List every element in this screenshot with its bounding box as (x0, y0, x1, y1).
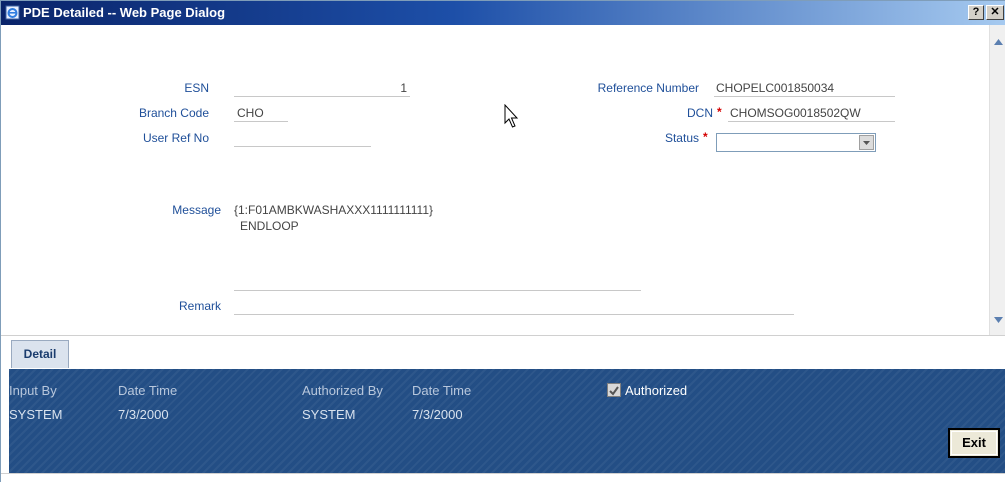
remark-label: Remark (178, 299, 221, 313)
remark-field[interactable] (234, 297, 794, 315)
form-content: ESN 1 Branch Code CHO User Ref No Refere… (1, 25, 989, 335)
scroll-up-icon[interactable] (993, 37, 1004, 47)
status-select[interactable] (716, 133, 876, 152)
branch-code-value: CHO (237, 106, 264, 120)
message-line-1: {1:F01AMBKWASHAXXX1111111111} (234, 203, 434, 217)
esn-field[interactable]: 1 (234, 79, 410, 97)
authorized-checkbox[interactable] (607, 383, 621, 397)
reference-number-label: Reference Number (597, 81, 699, 95)
status-required-marker: * (703, 130, 708, 144)
date-time-value-1: 7/3/2000 (118, 407, 169, 422)
reference-number-value: CHOPELC001850034 (716, 81, 835, 95)
scroll-down-icon[interactable] (993, 315, 1004, 325)
authorized-by-value: SYSTEM (302, 407, 356, 422)
user-ref-label: User Ref No (142, 131, 209, 145)
reference-number-field[interactable]: CHOPELC001850034 (714, 79, 895, 97)
tab-strip: Detail (1, 335, 1005, 369)
user-ref-field[interactable] (234, 129, 371, 147)
message-label: Message (172, 203, 221, 217)
message-line-2: ENDLOOP (240, 219, 299, 233)
input-by-label: Input By (9, 383, 57, 398)
help-button[interactable]: ? (968, 5, 984, 20)
branch-code-label: Branch Code (138, 106, 209, 120)
date-time-label-1: Date Time (118, 383, 178, 398)
dcn-required-marker: * (717, 105, 722, 119)
dcn-label: DCN (687, 106, 713, 120)
vertical-scrollbar[interactable] (989, 25, 1005, 335)
authorized-by-label: Authorized By (302, 383, 383, 398)
window-title: PDE Detailed -- Web Page Dialog (23, 5, 226, 20)
authorized-label: Authorized (625, 383, 688, 398)
message-divider (234, 290, 641, 291)
date-time-label-2: Date Time (412, 383, 472, 398)
checkmark-icon (609, 386, 619, 396)
dcn-value: CHOMSOG0018502QW (730, 106, 861, 120)
dialog-window: PDE Detailed -- Web Page Dialog ? ✕ ESN … (0, 0, 1005, 483)
branch-code-field[interactable]: CHO (234, 104, 288, 122)
title-bar[interactable]: PDE Detailed -- Web Page Dialog ? ✕ (1, 1, 1005, 25)
tab-detail[interactable]: Detail (11, 340, 69, 368)
esn-value: 1 (400, 81, 407, 95)
esn-label: ESN (184, 81, 209, 95)
chevron-down-icon[interactable] (859, 135, 874, 150)
exit-button[interactable]: Exit (948, 428, 1000, 458)
mouse-pointer-icon (504, 104, 519, 128)
close-button[interactable]: ✕ (986, 5, 1004, 20)
audit-footer: Input By SYSTEM Date Time 7/3/2000 Autho… (9, 369, 1005, 473)
dcn-field[interactable]: CHOMSOG0018502QW (728, 104, 895, 122)
status-label: Status (664, 131, 699, 145)
ie-page-icon (5, 5, 20, 20)
input-by-value: SYSTEM (9, 407, 63, 422)
date-time-value-2: 7/3/2000 (412, 407, 463, 422)
